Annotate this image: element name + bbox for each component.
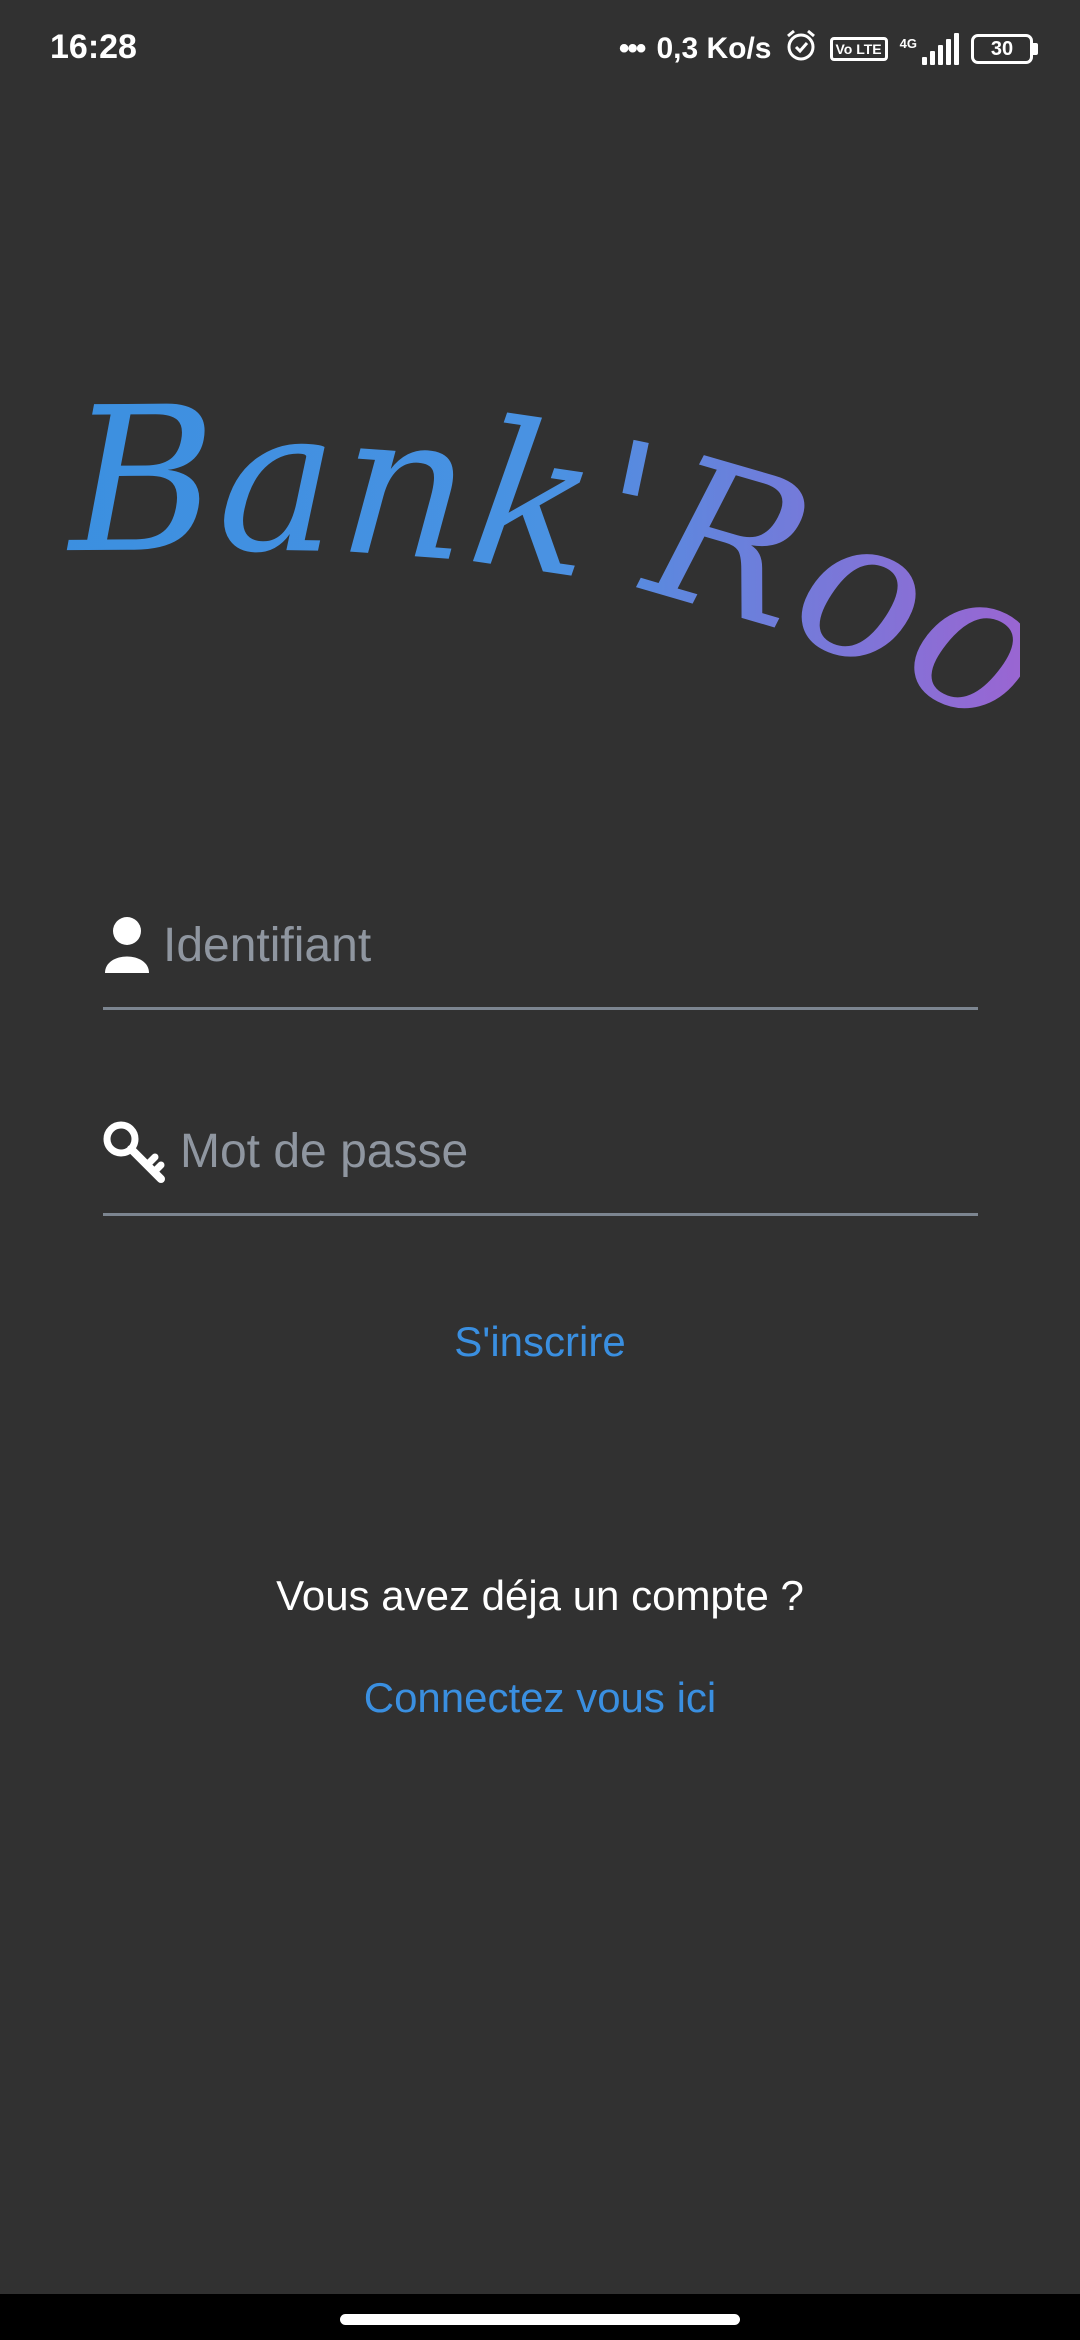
home-indicator[interactable] — [340, 2314, 740, 2325]
volte-icon: Vo LTE — [829, 37, 888, 61]
app-logo: Bank'Root — [20, 195, 1080, 774]
have-account-text: Vous avez déja un compte ? — [276, 1572, 804, 1619]
signup-button[interactable]: S'inscrire — [0, 1318, 1080, 1366]
status-bar: 16:28 ••• 0,3 Ko/s Vo LTE 4G 30 — [0, 0, 1080, 100]
logo-text: Bank'Root — [60, 380, 1020, 760]
more-dots-icon: ••• — [618, 32, 646, 65]
network-type: 4G — [899, 36, 917, 51]
password-input[interactable] — [180, 1116, 970, 1186]
password-field — [103, 1106, 978, 1216]
username-input[interactable] — [163, 910, 963, 980]
user-icon — [103, 915, 151, 980]
battery-level: 30 — [971, 34, 1033, 64]
login-link[interactable]: Connectez vous ici — [0, 1674, 1080, 1722]
network-speed: 0,3 Ko/s — [656, 32, 772, 65]
signal-icon: 4G — [900, 33, 959, 65]
status-time: 16:28 — [50, 28, 137, 66]
signup-screen: 16:28 ••• 0,3 Ko/s Vo LTE 4G 30 Bank'Ro … — [0, 0, 1080, 2340]
navigation-bar — [0, 2294, 1080, 2340]
alarm-icon — [784, 28, 818, 70]
battery-icon: 30 — [971, 34, 1038, 64]
username-field — [103, 900, 978, 1010]
key-icon — [103, 1121, 167, 1190]
status-icons: ••• 0,3 Ko/s Vo LTE 4G 30 — [619, 28, 1038, 70]
